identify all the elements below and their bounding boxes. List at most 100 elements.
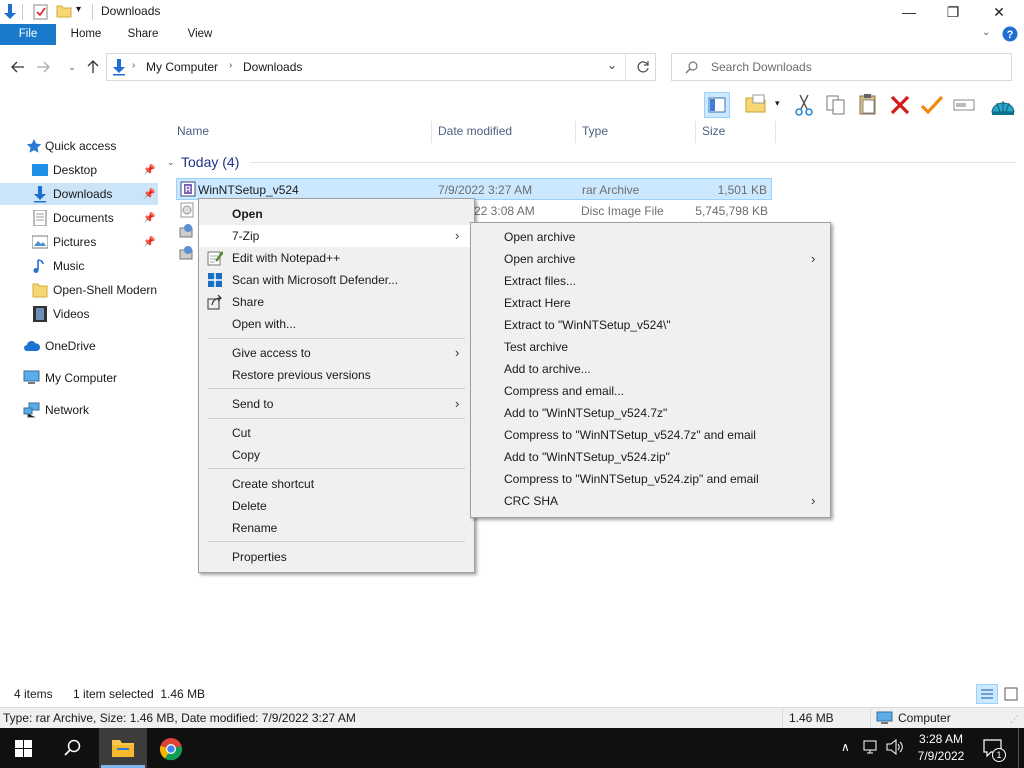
- tab-home[interactable]: Home: [64, 24, 108, 45]
- help-icon[interactable]: ?: [1002, 26, 1018, 45]
- copy-icon[interactable]: [823, 92, 849, 118]
- submenu-item-extract-to-folder[interactable]: Extract to "WinNTSetup_v524\": [471, 314, 830, 336]
- clock-time[interactable]: 3:28 AM: [916, 732, 966, 746]
- menu-item-create-shortcut[interactable]: Create shortcut: [199, 473, 474, 495]
- column-separator[interactable]: [775, 121, 776, 143]
- menu-item-open-with[interactable]: Open with...: [199, 313, 474, 335]
- show-hidden-icons-icon[interactable]: ∧: [841, 740, 850, 754]
- menu-item-properties[interactable]: Properties: [199, 546, 474, 568]
- menu-item-cut[interactable]: Cut: [199, 422, 474, 444]
- forward-arrow-icon[interactable]: [33, 57, 53, 77]
- maximize-button[interactable]: ❐: [930, 0, 976, 24]
- pin-icon[interactable]: 📌: [143, 237, 155, 248]
- search-box[interactable]: Search Downloads: [671, 53, 1012, 81]
- menu-item-open[interactable]: Open: [199, 203, 474, 225]
- submenu-item-test-archive[interactable]: Test archive: [471, 336, 830, 358]
- sidebar-item-videos[interactable]: Videos: [0, 303, 158, 325]
- address-bar[interactable]: › My Computer › Downloads ⌄: [106, 53, 656, 81]
- column-header-type[interactable]: Type: [582, 124, 608, 142]
- properties-icon[interactable]: [33, 3, 49, 23]
- pin-icon[interactable]: 📌: [143, 165, 155, 176]
- menu-item-give-access[interactable]: Give access to ›: [199, 342, 474, 364]
- installer-icon[interactable]: [179, 223, 195, 242]
- submenu-item-add-to-archive[interactable]: Add to archive...: [471, 358, 830, 380]
- breadcrumb-chevron-icon[interactable]: ›: [229, 60, 232, 71]
- sidebar-item-pictures[interactable]: Pictures 📌: [0, 231, 158, 253]
- column-separator[interactable]: [575, 121, 576, 143]
- submenu-item-open-archive-more[interactable]: Open archive ›: [471, 248, 830, 270]
- show-desktop-button[interactable]: [1018, 728, 1019, 768]
- pin-icon[interactable]: 📌: [143, 213, 155, 224]
- large-icons-view-icon[interactable]: [1002, 685, 1020, 706]
- sidebar-item-documents[interactable]: Documents 📌: [0, 207, 158, 229]
- navigation-pane-icon[interactable]: [704, 92, 730, 118]
- column-separator[interactable]: [695, 121, 696, 143]
- sidebar-item-quick-access[interactable]: Quick access: [0, 135, 158, 157]
- ribbon-expand-icon[interactable]: ⌄: [982, 27, 990, 38]
- rename-icon[interactable]: [951, 92, 977, 118]
- sidebar-item-music[interactable]: Music: [0, 255, 158, 277]
- tab-share[interactable]: Share: [121, 24, 165, 45]
- windows-start-icon[interactable]: [15, 740, 32, 760]
- close-button[interactable]: ✕: [976, 0, 1022, 24]
- sidebar-item-onedrive[interactable]: OneDrive: [0, 335, 158, 357]
- breadcrumb-chevron-icon[interactable]: ›: [132, 60, 135, 71]
- sidebar-item-downloads[interactable]: Downloads 📌: [0, 183, 158, 205]
- column-header-date-modified[interactable]: Date modified: [438, 124, 512, 142]
- properties-shell-icon[interactable]: [990, 92, 1016, 118]
- new-folder-toolbar-icon[interactable]: [743, 92, 769, 118]
- submenu-item-add-to-7z[interactable]: Add to "WinNTSetup_v524.7z": [471, 402, 830, 424]
- clock-date[interactable]: 7/9/2022: [914, 749, 968, 763]
- paste-icon[interactable]: [855, 92, 881, 118]
- menu-item-restore-previous[interactable]: Restore previous versions: [199, 364, 474, 386]
- details-view-icon[interactable]: [976, 684, 998, 704]
- file-row-winntsetup[interactable]: R WinNTSetup_v524 7/9/2022 3:27 AM rar A…: [176, 178, 772, 200]
- sidebar-item-network[interactable]: Network: [0, 399, 158, 421]
- minimize-button[interactable]: —: [886, 0, 932, 24]
- submenu-item-open-archive[interactable]: Open archive: [471, 226, 830, 248]
- quick-access-dropdown-icon[interactable]: ▾: [76, 4, 81, 15]
- group-header[interactable]: Today (4): [181, 154, 239, 170]
- taskbar-file-explorer[interactable]: [99, 728, 147, 768]
- breadcrumb-downloads[interactable]: Downloads: [243, 60, 302, 74]
- menu-item-scan-defender[interactable]: Scan with Microsoft Defender...: [199, 269, 474, 291]
- submenu-item-compress-email[interactable]: Compress and email...: [471, 380, 830, 402]
- sidebar-item-open-shell-modern[interactable]: Open-Shell Modern: [0, 279, 158, 301]
- submenu-item-extract-files[interactable]: Extract files...: [471, 270, 830, 292]
- resize-grip-icon[interactable]: ⋰: [1010, 714, 1019, 725]
- installer-icon[interactable]: [179, 245, 195, 264]
- group-collapse-icon[interactable]: ⌄: [167, 157, 175, 168]
- menu-item-delete[interactable]: Delete: [199, 495, 474, 517]
- submenu-item-compress-7z-email[interactable]: Compress to "WinNTSetup_v524.7z" and ema…: [471, 424, 830, 446]
- submenu-item-add-to-zip[interactable]: Add to "WinNTSetup_v524.zip": [471, 446, 830, 468]
- menu-item-7zip[interactable]: 7-Zip ›: [199, 225, 474, 247]
- column-separator[interactable]: [431, 121, 432, 143]
- recent-locations-chevron-icon[interactable]: ⌄: [62, 57, 82, 77]
- download-arrow-icon[interactable]: [2, 3, 18, 24]
- delete-icon[interactable]: [887, 92, 913, 118]
- menu-item-send-to[interactable]: Send to ›: [199, 393, 474, 415]
- submenu-item-extract-here[interactable]: Extract Here: [471, 292, 830, 314]
- cut-icon[interactable]: [791, 92, 817, 118]
- menu-item-share[interactable]: Share: [199, 291, 474, 313]
- new-folder-icon[interactable]: [56, 4, 72, 21]
- search-icon[interactable]: [63, 739, 81, 760]
- up-arrow-icon[interactable]: [83, 57, 103, 77]
- select-checkmark-icon[interactable]: [919, 92, 945, 118]
- address-dropdown-icon[interactable]: ⌄: [607, 58, 617, 72]
- pin-icon[interactable]: 📌: [143, 189, 155, 200]
- network-tray-icon[interactable]: [863, 739, 879, 758]
- volume-icon[interactable]: [886, 738, 904, 758]
- submenu-item-crc-sha[interactable]: CRC SHA ›: [471, 490, 830, 512]
- tab-file[interactable]: File: [0, 24, 56, 45]
- tab-view[interactable]: View: [179, 24, 221, 45]
- breadcrumb-my-computer[interactable]: My Computer: [146, 60, 218, 74]
- back-arrow-icon[interactable]: [8, 57, 28, 77]
- chrome-icon[interactable]: [159, 737, 183, 764]
- menu-item-copy[interactable]: Copy: [199, 444, 474, 466]
- refresh-icon[interactable]: [636, 60, 650, 77]
- new-folder-dropdown-icon[interactable]: ▾: [775, 98, 780, 109]
- menu-item-rename[interactable]: Rename: [199, 517, 474, 539]
- column-header-name[interactable]: Name: [177, 124, 209, 142]
- submenu-item-compress-zip-email[interactable]: Compress to "WinNTSetup_v524.zip" and em…: [471, 468, 830, 490]
